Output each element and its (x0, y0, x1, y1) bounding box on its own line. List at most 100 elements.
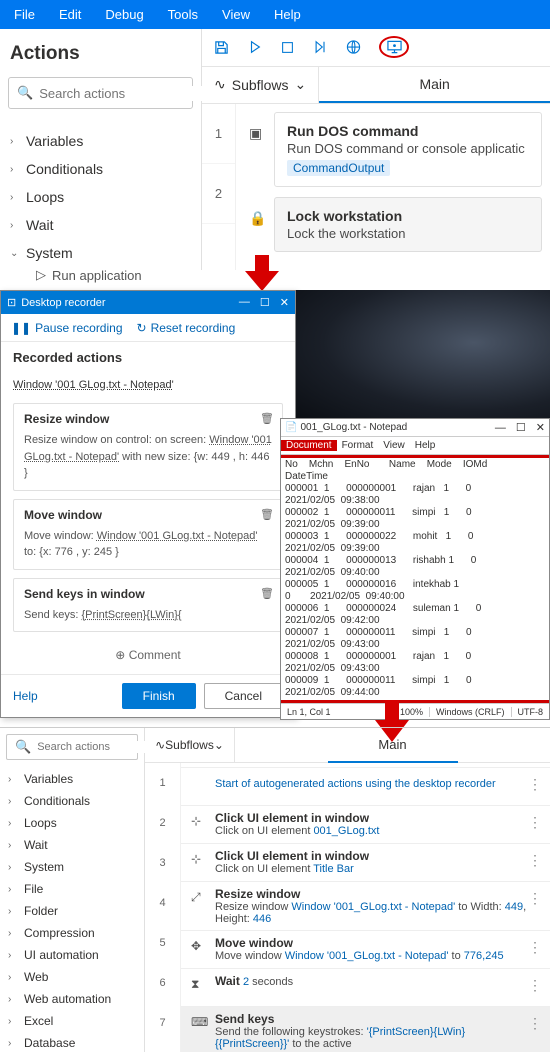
pause-icon: ❚❚ (11, 321, 31, 335)
desktop-recorder-window: ⊡Desktop recorder ―☐✕ ❚❚Pause recording … (0, 290, 296, 718)
lock-icon: 🔒 (249, 210, 266, 227)
np-menu-format[interactable]: Format (337, 440, 379, 451)
recorded-move-window[interactable]: Move window 🗑 Move window: Window '001 G… (13, 499, 283, 570)
step-resize-window[interactable]: ⤢⋮Resize windowResize window Window '001… (181, 881, 550, 930)
search-input[interactable] (39, 86, 215, 101)
step-run-dos[interactable]: ▣ Run DOS command Run DOS command or con… (274, 112, 542, 187)
more-icon[interactable]: ⋮ (528, 814, 542, 831)
subflows-dropdown[interactable]: ∿ Subflows ⌄ (145, 728, 235, 763)
tree-wait[interactable]: ›Wait (6, 834, 138, 856)
search-actions[interactable]: 🔍 (8, 77, 193, 109)
step-wait[interactable]: ⧗⋮Wait 2 seconds (181, 968, 550, 1006)
stop-icon[interactable] (280, 40, 295, 55)
minimize-icon[interactable]: ― (495, 422, 506, 434)
save-icon[interactable] (214, 40, 229, 55)
pause-recording-button[interactable]: ❚❚Pause recording (11, 321, 123, 335)
delete-icon[interactable]: 🗑 (260, 508, 274, 521)
menu-tools[interactable]: Tools (168, 7, 198, 22)
more-icon[interactable]: ⋮ (528, 939, 542, 956)
tree-system[interactable]: ›System (6, 856, 138, 878)
web-recorder-icon[interactable] (346, 40, 361, 55)
tree-loops[interactable]: ›Loops (8, 183, 193, 211)
delete-icon[interactable]: 🗑 (260, 412, 274, 425)
output-variable[interactable]: CommandOutput (287, 160, 390, 176)
tree-conditionals[interactable]: ›Conditionals (8, 155, 193, 183)
step-icon: ⤢ (191, 890, 201, 905)
more-icon[interactable]: ⋮ (528, 776, 542, 793)
np-menu-document[interactable]: Document (281, 440, 337, 451)
delete-icon[interactable]: 🗑 (260, 587, 274, 600)
recorder-titlebar[interactable]: ⊡Desktop recorder ―☐✕ (1, 291, 295, 314)
step-icon: ⌨ (191, 1015, 208, 1029)
more-icon[interactable]: ⋮ (528, 852, 542, 869)
maximize-icon[interactable]: ☐ (260, 296, 270, 309)
tree-wait[interactable]: ›Wait (8, 211, 193, 239)
tree-system[interactable]: ⌄System (8, 239, 193, 267)
tree-web-automation[interactable]: ›Web automation (6, 988, 138, 1010)
terminal-icon: ▣ (249, 125, 262, 142)
more-icon[interactable]: ⋮ (528, 977, 542, 994)
notepad-titlebar[interactable]: 📄001_GLog.txt - Notepad ―☐✕ (281, 419, 549, 437)
tree-folder[interactable]: ›Folder (6, 900, 138, 922)
step-icon: ⧗ (191, 977, 199, 992)
chevron-down-icon: ⌄ (295, 76, 307, 93)
menubar: File Edit Debug Tools View Help (0, 0, 550, 29)
step-comment[interactable]: ⋮Start of autogenerated actions using th… (181, 767, 550, 805)
menu-debug[interactable]: Debug (105, 7, 143, 22)
more-icon[interactable]: ⋮ (528, 890, 542, 907)
subflows-icon: ∿ (214, 76, 226, 93)
menu-view[interactable]: View (222, 7, 250, 22)
tab-main[interactable]: Main (328, 728, 458, 763)
step-icon[interactable] (313, 40, 328, 55)
plus-icon: ⊕ (115, 648, 125, 662)
tree-database[interactable]: ›Database (6, 1032, 138, 1052)
subflows-dropdown[interactable]: ∿ Subflows ⌄ (202, 67, 319, 104)
minimize-icon[interactable]: ― (239, 296, 250, 309)
tab-main[interactable]: Main (319, 67, 550, 104)
tree-conditionals[interactable]: ›Conditionals (6, 790, 138, 812)
maximize-icon[interactable]: ☐ (516, 422, 526, 434)
step-click-ui-element-in-window[interactable]: ⊹⋮Click UI element in windowClick on UI … (181, 805, 550, 843)
search-icon: 🔍 (15, 739, 31, 755)
tree-loops[interactable]: ›Loops (6, 812, 138, 834)
menu-edit[interactable]: Edit (59, 7, 81, 22)
step-numbers: 1234567 (145, 763, 181, 1052)
step-move-window[interactable]: ✥⋮Move windowMove window Window '001_GLo… (181, 930, 550, 968)
desktop-recorder-icon[interactable] (387, 40, 402, 55)
run-icon[interactable] (247, 40, 262, 55)
step-click-ui-element-in-window[interactable]: ⊹⋮Click UI element in windowClick on UI … (181, 843, 550, 881)
tree-run-application[interactable]: ▷Run application (8, 267, 193, 283)
flow-steps: ⋮Start of autogenerated actions using th… (181, 763, 550, 1052)
window-link[interactable]: Window '001 GLog.txt - Notepad' (13, 375, 174, 395)
np-menu-help[interactable]: Help (410, 440, 441, 451)
search-actions-bottom[interactable]: 🔍 (6, 734, 138, 760)
cancel-button[interactable]: Cancel (204, 683, 283, 709)
tree-web[interactable]: ›Web (6, 966, 138, 988)
step-send-keys[interactable]: ⌨⋮Send keysSend the following keystrokes… (181, 1006, 550, 1052)
finish-button[interactable]: Finish (122, 683, 196, 709)
step-lock-workstation[interactable]: 🔒 Lock workstation Lock the workstation (274, 197, 542, 252)
recorded-send-keys[interactable]: Send keys in window 🗑 Send keys: {PrintS… (13, 578, 283, 633)
notepad-text-area[interactable]: No Mchn EnNo Name Mode IOMd DateTime 000… (281, 458, 549, 700)
toolbar (202, 29, 550, 67)
designer-pane: ∿ Subflows ⌄ Main 1 2 ▣ Run DOS command … (202, 29, 550, 270)
step-icon: ⊹ (191, 852, 201, 866)
more-icon[interactable]: ⋮ (528, 1015, 542, 1032)
add-comment-button[interactable]: ⊕ Comment (13, 640, 283, 670)
step-number: 2 (202, 164, 235, 224)
tree-variables[interactable]: ›Variables (6, 768, 138, 790)
tree-variables[interactable]: ›Variables (8, 127, 193, 155)
actions-pane: Actions 🔍 ›Variables ›Conditionals ›Loop… (0, 29, 202, 270)
tree-ui-automation[interactable]: ›UI automation (6, 944, 138, 966)
help-link[interactable]: Help (13, 689, 38, 703)
np-menu-view[interactable]: View (378, 440, 410, 451)
close-icon[interactable]: ✕ (536, 422, 545, 434)
menu-help[interactable]: Help (274, 7, 301, 22)
recorded-resize-window[interactable]: Resize window 🗑 Resize window on control… (13, 403, 283, 491)
tree-excel[interactable]: ›Excel (6, 1010, 138, 1032)
menu-file[interactable]: File (14, 7, 35, 22)
tree-compression[interactable]: ›Compression (6, 922, 138, 944)
tree-file[interactable]: ›File (6, 878, 138, 900)
reset-recording-button[interactable]: ↻Reset recording (137, 321, 236, 335)
close-icon[interactable]: ✕ (280, 296, 289, 309)
